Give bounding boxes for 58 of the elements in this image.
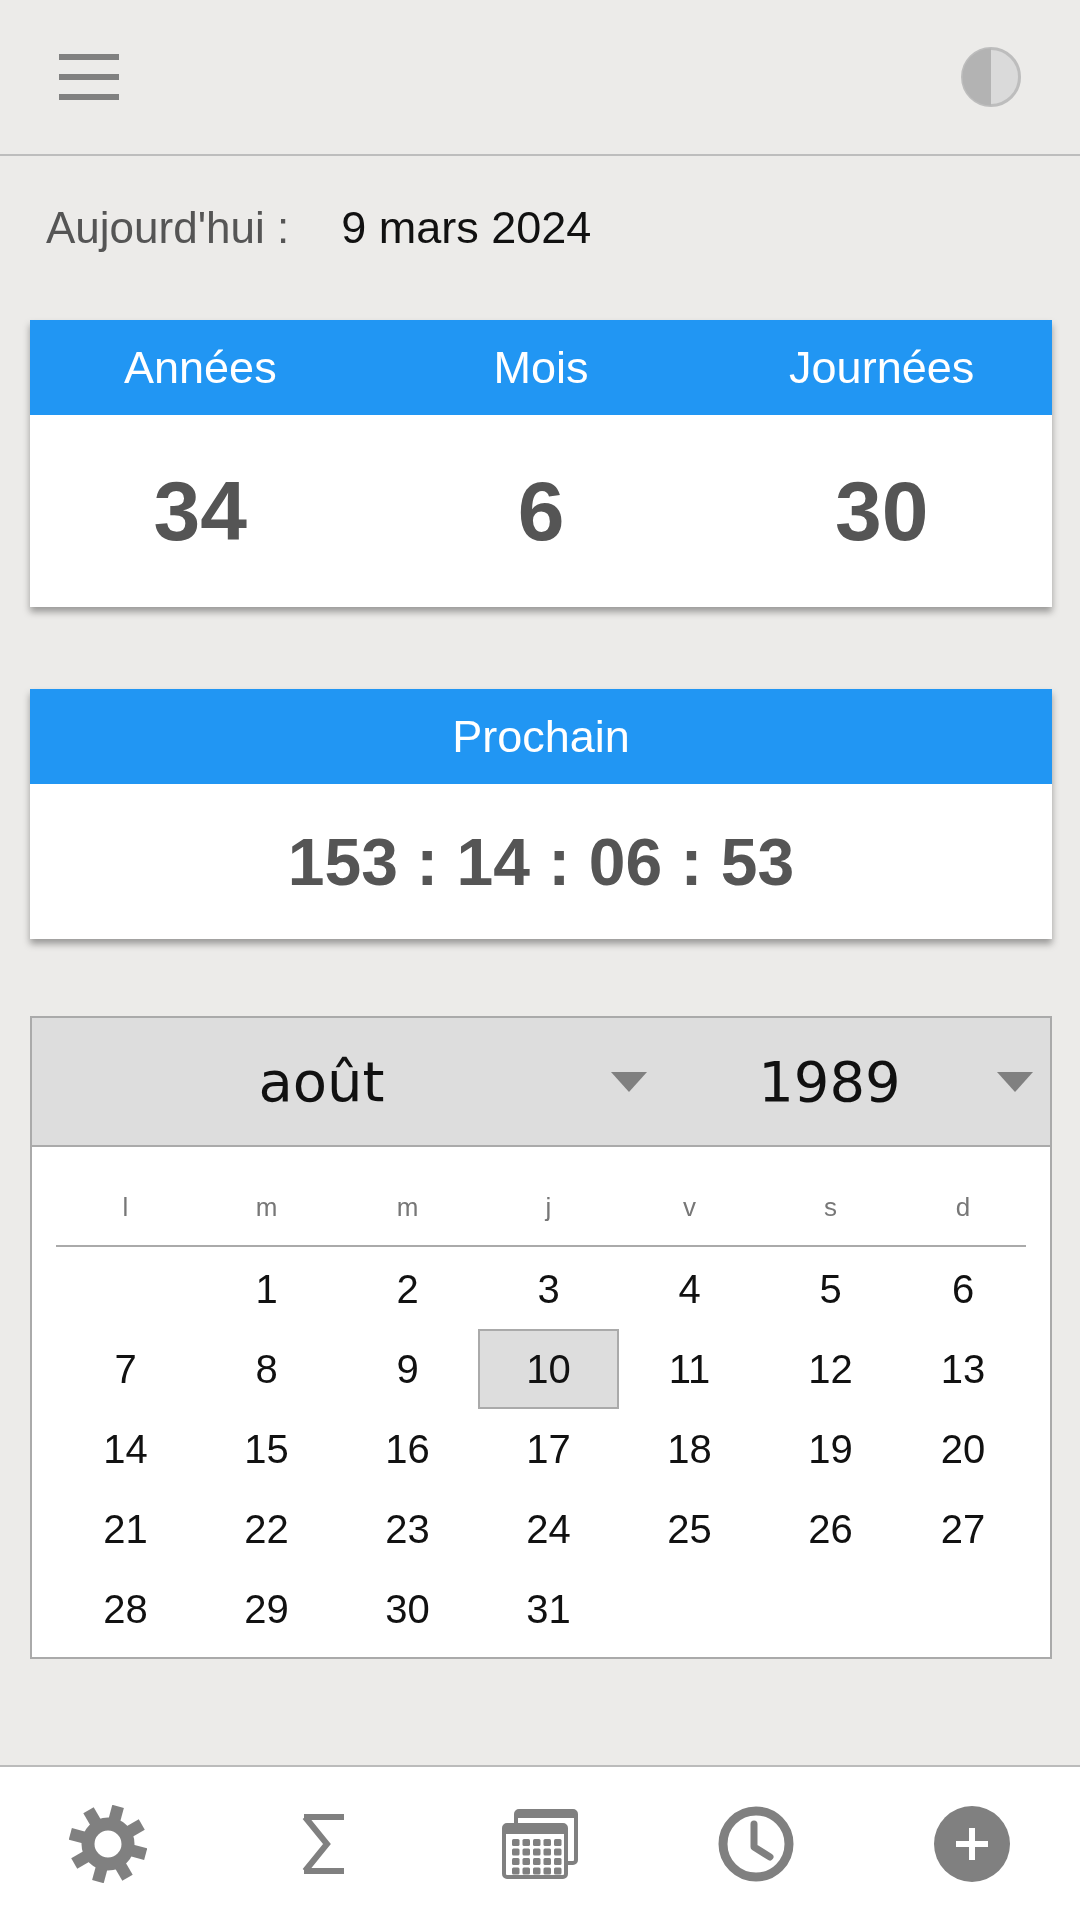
weekday-label: l — [122, 1191, 129, 1224]
day-cell[interactable]: 30 — [337, 1569, 478, 1649]
day-cell[interactable]: 27 — [901, 1489, 1025, 1569]
age-value: 6 — [517, 462, 565, 560]
weekday-label: m — [255, 1191, 278, 1224]
weekday-label: v — [683, 1191, 696, 1224]
day-cell[interactable]: 24 — [478, 1489, 619, 1569]
day-cell[interactable]: 8 — [196, 1329, 337, 1409]
day-cell[interactable]: 1 — [196, 1249, 337, 1329]
year-dropdown[interactable]: 1989 — [662, 1018, 1050, 1145]
day-cell[interactable]: 10 — [478, 1329, 619, 1409]
day-cell[interactable]: 26 — [760, 1489, 901, 1569]
menu-icon[interactable] — [59, 54, 119, 100]
today-label: Aujourd'hui : — [46, 202, 290, 254]
day-cell[interactable]: 22 — [196, 1489, 337, 1569]
day-cell[interactable]: 12 — [760, 1329, 901, 1409]
month-dropdown[interactable]: août — [32, 1018, 662, 1145]
day-cell[interactable]: 16 — [337, 1409, 478, 1489]
calendar-icon[interactable] — [502, 1808, 578, 1879]
settings-icon[interactable] — [69, 1804, 147, 1883]
day-cell[interactable]: 18 — [619, 1409, 760, 1489]
day-cell[interactable]: 23 — [337, 1489, 478, 1569]
day-cell[interactable]: 20 — [901, 1409, 1025, 1489]
day-cell[interactable]: 29 — [196, 1569, 337, 1649]
age-value: 34 — [153, 462, 248, 560]
day-cell[interactable]: 9 — [337, 1329, 478, 1409]
weekday-label: j — [545, 1191, 552, 1224]
day-cell[interactable]: 15 — [196, 1409, 337, 1489]
sigma-icon[interactable] — [302, 1813, 346, 1874]
day-cell[interactable]: 28 — [55, 1569, 196, 1649]
day-cell[interactable]: 5 — [760, 1249, 901, 1329]
add-icon[interactable] — [934, 1805, 1010, 1882]
age-value: 30 — [834, 462, 929, 560]
caret-icon — [997, 1071, 1033, 1092]
column-label: Mois — [493, 341, 589, 394]
day-cell[interactable]: 3 — [478, 1249, 619, 1329]
day-cell[interactable]: 4 — [619, 1249, 760, 1329]
countdown-value: 153 : 14 : 06 : 53 — [287, 823, 795, 900]
weekday-label: m — [396, 1191, 419, 1224]
day-cell[interactable]: 17 — [478, 1409, 619, 1489]
day-cell[interactable]: 2 — [337, 1249, 478, 1329]
day-cell[interactable]: 6 — [901, 1249, 1025, 1329]
day-cell[interactable]: 13 — [901, 1329, 1025, 1409]
clock-icon[interactable] — [718, 1805, 794, 1882]
day-cell[interactable]: 11 — [619, 1329, 760, 1409]
day-cell[interactable]: 25 — [619, 1489, 760, 1569]
today-date: 9 mars 2024 — [341, 202, 592, 254]
weekday-label: d — [955, 1191, 971, 1224]
day-cell[interactable]: 31 — [478, 1569, 619, 1649]
column-label: Journées — [789, 341, 975, 394]
day-cell[interactable]: 14 — [55, 1409, 196, 1489]
column-label: Années — [124, 341, 277, 394]
day-cell[interactable]: 7 — [55, 1329, 196, 1409]
caret-icon — [611, 1071, 647, 1092]
day-cell[interactable]: 21 — [55, 1489, 196, 1569]
day-cell[interactable]: 19 — [760, 1409, 901, 1489]
weekday-label: s — [824, 1191, 837, 1224]
card-title: Prochain — [452, 710, 630, 763]
